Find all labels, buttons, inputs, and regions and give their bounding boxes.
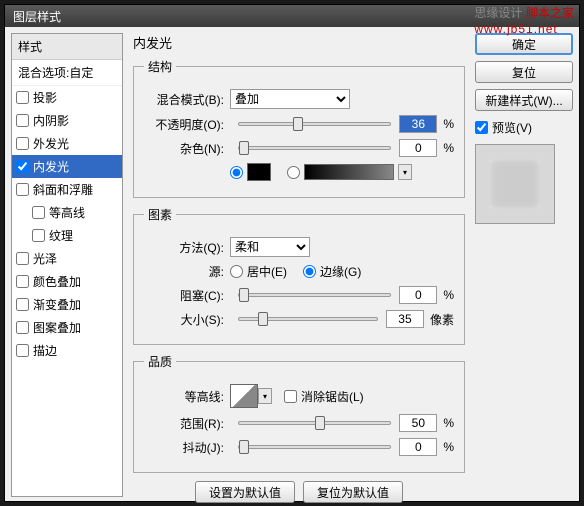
structure-group: 结构 混合模式(B): 叠加 不透明度(O): % 杂色(N): % — [133, 58, 465, 198]
choke-input[interactable] — [399, 286, 437, 304]
jitter-slider[interactable] — [238, 445, 391, 449]
style-label: 渐变叠加 — [33, 296, 81, 313]
preview-checkbox[interactable]: 预览(V) — [475, 119, 573, 136]
cancel-button[interactable]: 复位 — [475, 61, 573, 83]
choke-unit: % — [443, 288, 454, 302]
style-item-光泽[interactable]: 光泽 — [12, 247, 122, 270]
source-label: 源: — [144, 263, 224, 280]
style-list: 投影内阴影外发光内发光斜面和浮雕等高线纹理光泽颜色叠加渐变叠加图案叠加描边 — [12, 86, 122, 362]
blending-options[interactable]: 混合选项:自定 — [12, 60, 122, 86]
size-input[interactable] — [386, 310, 424, 328]
new-style-button[interactable]: 新建样式(W)... — [475, 89, 573, 111]
style-label: 图案叠加 — [33, 319, 81, 336]
source-edge-radio[interactable]: 边缘(G) — [303, 263, 361, 280]
style-item-投影[interactable]: 投影 — [12, 86, 122, 109]
choke-label: 阻塞(C): — [144, 287, 224, 304]
range-slider[interactable] — [238, 421, 391, 425]
range-unit: % — [443, 416, 454, 430]
style-label: 外发光 — [33, 135, 69, 152]
style-item-内发光[interactable]: 内发光 — [12, 155, 122, 178]
style-item-图案叠加[interactable]: 图案叠加 — [12, 316, 122, 339]
noise-slider[interactable] — [238, 146, 391, 150]
noise-label: 杂色(N): — [144, 140, 224, 157]
ok-button[interactable]: 确定 — [475, 33, 573, 55]
gradient-picker[interactable] — [304, 164, 394, 180]
style-checkbox[interactable] — [16, 252, 29, 265]
style-label: 纹理 — [49, 227, 73, 244]
style-checkbox[interactable] — [16, 137, 29, 150]
style-label: 内阴影 — [33, 112, 69, 129]
noise-unit: % — [443, 141, 454, 155]
jitter-label: 抖动(J): — [144, 439, 224, 456]
style-checkbox[interactable] — [16, 183, 29, 196]
style-label: 描边 — [33, 342, 57, 359]
action-panel: 确定 复位 新建样式(W)... 预览(V) — [469, 33, 573, 497]
opacity-slider[interactable] — [238, 122, 391, 126]
blend-mode-select[interactable]: 叠加 — [230, 89, 350, 109]
contour-dropdown[interactable]: ▾ — [258, 388, 272, 404]
style-label: 等高线 — [49, 204, 85, 221]
quality-group: 品质 等高线: ▾ 消除锯齿(L) 范围(R): % 抖动(J): — [133, 353, 465, 473]
method-label: 方法(Q): — [144, 239, 224, 256]
watermark: 思缘设计 脚本之家 www.jb51.net — [474, 4, 574, 36]
style-checkbox[interactable] — [16, 91, 29, 104]
size-slider[interactable] — [238, 317, 378, 321]
preview-box — [475, 144, 555, 224]
panel-title: 内发光 — [133, 33, 465, 52]
style-checkbox[interactable] — [16, 114, 29, 127]
jitter-unit: % — [443, 440, 454, 454]
size-label: 大小(S): — [144, 311, 224, 328]
style-item-描边[interactable]: 描边 — [12, 339, 122, 362]
styles-panel: 样式 混合选项:自定 投影内阴影外发光内发光斜面和浮雕等高线纹理光泽颜色叠加渐变… — [11, 33, 123, 497]
opacity-unit: % — [443, 117, 454, 131]
style-checkbox[interactable] — [32, 206, 45, 219]
make-default-button[interactable]: 设置为默认值 — [195, 481, 295, 503]
opacity-label: 不透明度(O): — [144, 116, 224, 133]
style-checkbox[interactable] — [32, 229, 45, 242]
style-checkbox[interactable] — [16, 344, 29, 357]
elements-legend: 图素 — [144, 206, 176, 223]
method-select[interactable]: 柔和 — [230, 237, 310, 257]
style-item-等高线[interactable]: 等高线 — [12, 201, 122, 224]
size-unit: 像素 — [430, 311, 454, 328]
blend-mode-label: 混合模式(B): — [144, 91, 224, 108]
source-center-radio[interactable]: 居中(E) — [230, 263, 287, 280]
style-label: 斜面和浮雕 — [33, 181, 93, 198]
structure-legend: 结构 — [144, 58, 176, 75]
reset-default-button[interactable]: 复位为默认值 — [303, 481, 403, 503]
color-radio[interactable] — [230, 166, 243, 179]
style-label: 投影 — [33, 89, 57, 106]
style-checkbox[interactable] — [16, 275, 29, 288]
quality-legend: 品质 — [144, 353, 176, 370]
style-checkbox[interactable] — [16, 321, 29, 334]
style-label: 光泽 — [33, 250, 57, 267]
layer-style-dialog: 图层样式 样式 混合选项:自定 投影内阴影外发光内发光斜面和浮雕等高线纹理光泽颜… — [4, 4, 580, 502]
style-item-内阴影[interactable]: 内阴影 — [12, 109, 122, 132]
choke-slider[interactable] — [238, 293, 391, 297]
range-label: 范围(R): — [144, 415, 224, 432]
style-item-颜色叠加[interactable]: 颜色叠加 — [12, 270, 122, 293]
jitter-input[interactable] — [399, 438, 437, 456]
color-swatch[interactable] — [247, 163, 271, 181]
style-item-外发光[interactable]: 外发光 — [12, 132, 122, 155]
style-checkbox[interactable] — [16, 298, 29, 311]
antialias-checkbox[interactable]: 消除锯齿(L) — [284, 388, 364, 405]
style-item-纹理[interactable]: 纹理 — [12, 224, 122, 247]
style-item-渐变叠加[interactable]: 渐变叠加 — [12, 293, 122, 316]
contour-label: 等高线: — [144, 388, 224, 405]
gradient-radio[interactable] — [287, 166, 300, 179]
style-checkbox[interactable] — [16, 160, 29, 173]
noise-input[interactable] — [399, 139, 437, 157]
contour-picker[interactable] — [230, 384, 258, 408]
range-input[interactable] — [399, 414, 437, 432]
opacity-input[interactable] — [399, 115, 437, 133]
style-label: 颜色叠加 — [33, 273, 81, 290]
style-item-斜面和浮雕[interactable]: 斜面和浮雕 — [12, 178, 122, 201]
settings-panel: 内发光 结构 混合模式(B): 叠加 不透明度(O): % 杂色(N): — [129, 33, 469, 497]
elements-group: 图素 方法(Q): 柔和 源: 居中(E) 边缘(G) 阻塞(C): % — [133, 206, 465, 345]
style-label: 内发光 — [33, 158, 69, 175]
gradient-dropdown[interactable]: ▾ — [398, 164, 412, 180]
styles-header[interactable]: 样式 — [12, 34, 122, 60]
